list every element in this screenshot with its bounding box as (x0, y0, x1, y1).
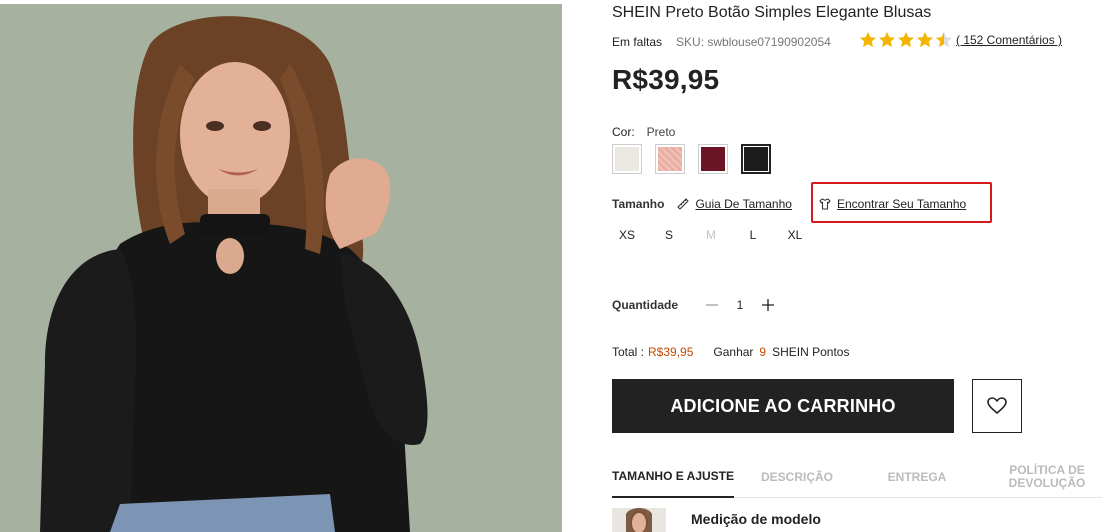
size-option-s[interactable]: S (654, 226, 684, 244)
star-icon (860, 32, 876, 48)
earn-label: Ganhar (713, 345, 754, 359)
total-row: Total : R$39,95 Ganhar 9 SHEIN Pontos (612, 345, 849, 359)
product-rating[interactable]: ( 152 Comentários ) (859, 31, 1062, 49)
color-row: Cor: Preto (612, 125, 675, 139)
tshirt-icon (819, 198, 831, 210)
quantity-value[interactable]: 1 (720, 298, 760, 312)
swatch-color-fill (658, 147, 682, 171)
quantity-increase-button[interactable] (760, 296, 776, 314)
quantity-decrease-button[interactable] (704, 296, 720, 314)
reviews-link[interactable]: ( 152 Comentários ) (956, 33, 1062, 47)
ruler-icon (677, 198, 690, 210)
quantity-row: Quantidade 1 (612, 296, 776, 314)
size-option-l[interactable]: L (738, 226, 768, 244)
product-info: SHEIN Preto Botão Simples Elegante Blusa… (612, 0, 1102, 532)
quantity-label: Quantidade (612, 298, 679, 312)
tab-description[interactable]: DESCRIÇÃO (752, 456, 842, 498)
star-icon (898, 32, 914, 48)
size-options: XS S M L XL (612, 226, 822, 244)
product-tabs: TAMANHO E AJUSTE DESCRIÇÃO ENTREGA POLÍTICA… (612, 456, 1102, 498)
rating-stars (859, 31, 953, 49)
size-label: Tamanho (612, 197, 665, 211)
tab-shipping[interactable]: ENTREGA (872, 456, 962, 498)
color-swatches (612, 144, 771, 174)
total-label: Total : (612, 345, 645, 359)
find-size-wrapper: Encontrar Seu Tamanho (818, 197, 966, 211)
size-option-xl[interactable]: XL (780, 226, 810, 244)
star-icon (936, 32, 952, 48)
size-option-m[interactable]: M (696, 226, 726, 244)
size-guide-link[interactable]: Guia De Tamanho (676, 197, 792, 211)
wishlist-button[interactable] (972, 379, 1022, 433)
tab-size-fit[interactable]: TAMANHO E AJUSTE (612, 456, 734, 498)
points-label: SHEIN Pontos (772, 345, 850, 359)
heart-icon (987, 397, 1007, 414)
product-meta: Em faltas SKU: swblouse07190902054 (612, 35, 831, 49)
product-image[interactable] (0, 4, 562, 532)
size-guide-label: Guia De Tamanho (695, 197, 792, 211)
size-option-xs[interactable]: XS (612, 226, 642, 244)
stock-status: Em faltas (612, 35, 663, 49)
model-thumbnail-drawing (612, 508, 666, 532)
color-swatch-rosa[interactable] (655, 144, 685, 174)
swatch-color-fill (744, 147, 768, 171)
plus-icon (762, 299, 774, 311)
color-label: Cor: (612, 125, 635, 139)
swatch-color-fill (701, 147, 725, 171)
color-swatch-vinho[interactable] (698, 144, 728, 174)
star-icon (917, 32, 933, 48)
star-icon (879, 32, 895, 48)
points-value: 9 (759, 345, 767, 359)
add-to-cart-button[interactable]: ADICIONE AO CARRINHO (612, 379, 954, 433)
find-size-label: Encontrar Seu Tamanho (837, 197, 967, 211)
model-thumbnail (612, 508, 666, 532)
tab-return-policy[interactable]: POLÍTICA DE DEVOLUÇÃO (992, 456, 1102, 498)
size-row: Tamanho Guia De Tamanho (612, 197, 810, 211)
find-size-link[interactable]: Encontrar Seu Tamanho (818, 197, 966, 211)
product-title: SHEIN Preto Botão Simples Elegante Blusa… (612, 4, 932, 21)
total-value: R$39,95 (648, 345, 694, 359)
color-swatch-branco[interactable] (612, 144, 642, 174)
product-sku: SKU: swblouse07190902054 (676, 35, 831, 49)
product-price: R$39,95 (612, 64, 720, 95)
swatch-color-fill (615, 147, 639, 171)
color-swatch-preto[interactable] (741, 144, 771, 174)
model-measurement-row: Medição de modelo (612, 508, 821, 532)
color-selected-value: Preto (646, 125, 676, 139)
product-photo-drawing (0, 4, 562, 532)
model-measurement-label: Medição de modelo (691, 511, 821, 527)
minus-icon (706, 304, 718, 306)
